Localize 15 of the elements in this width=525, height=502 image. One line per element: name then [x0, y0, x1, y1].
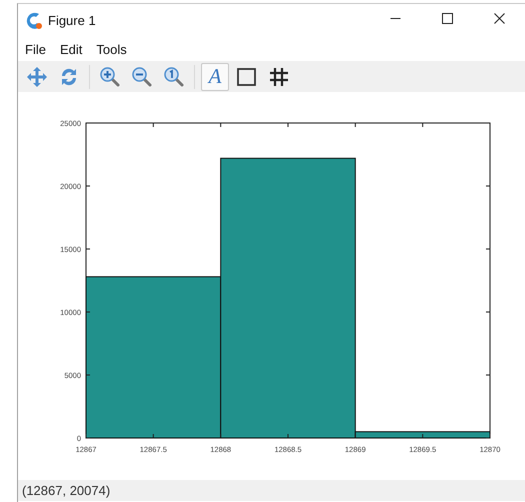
square-icon [236, 66, 258, 88]
zoom-reset-icon [163, 66, 185, 88]
grid-icon [268, 66, 290, 88]
status-text: (12867, 20074) [18, 480, 525, 501]
text-tool-button[interactable]: A [201, 62, 229, 90]
maximize-icon [442, 13, 452, 24]
menu-item[interactable]: Edit [60, 42, 82, 56]
window-title: Figure 1 [48, 13, 96, 28]
app-logo-icon [25, 12, 43, 30]
menu-item[interactable]: Tools [96, 42, 127, 56]
pan-icon [26, 66, 48, 88]
close-icon [494, 13, 504, 24]
menu-item[interactable]: File [25, 42, 46, 56]
zoom-out-icon [131, 66, 153, 88]
zoom-in-icon [99, 66, 121, 88]
